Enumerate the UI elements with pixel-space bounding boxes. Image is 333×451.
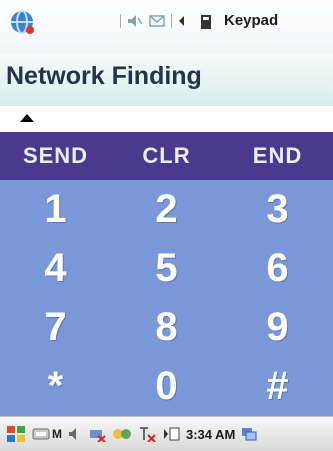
input-method-icon[interactable]: M xyxy=(32,427,62,441)
key-3[interactable]: 3 xyxy=(222,180,333,239)
page-title: Network Finding xyxy=(6,62,202,90)
key-7[interactable]: 7 xyxy=(0,298,111,357)
keypad: 1 2 3 4 5 6 7 8 9 * 0 # xyxy=(0,180,333,416)
key-0[interactable]: 0 xyxy=(111,357,222,416)
volume-icon[interactable] xyxy=(127,14,143,28)
signal-off-icon[interactable] xyxy=(138,426,156,442)
network-error-icon[interactable] xyxy=(88,426,106,442)
navigation-row xyxy=(0,108,333,130)
command-bar: SEND CLR END xyxy=(0,132,333,180)
up-arrow-icon[interactable] xyxy=(20,114,34,122)
clock[interactable]: 3:34 AM xyxy=(186,427,235,442)
sync-icon[interactable] xyxy=(112,426,132,442)
key-star[interactable]: * xyxy=(0,357,111,416)
key-5[interactable]: 5 xyxy=(111,239,222,298)
ime-label: M xyxy=(52,427,62,441)
key-1[interactable]: 1 xyxy=(0,180,111,239)
key-9[interactable]: 9 xyxy=(222,298,333,357)
key-hash[interactable]: # xyxy=(222,357,333,416)
keypad-icon[interactable] xyxy=(200,14,216,29)
end-button[interactable]: END xyxy=(222,143,333,169)
clear-button[interactable]: CLR xyxy=(111,143,222,169)
status-icons: Keypad xyxy=(120,12,278,29)
taskbar: M 3:34 AM xyxy=(0,416,333,451)
send-button[interactable]: SEND xyxy=(0,143,111,169)
start-windows-icon[interactable] xyxy=(6,425,26,443)
windows-icon[interactable] xyxy=(241,427,257,441)
keypad-label[interactable]: Keypad xyxy=(224,12,278,29)
key-8[interactable]: 8 xyxy=(111,298,222,357)
speaker-icon[interactable] xyxy=(68,427,82,441)
status-bar: Keypad xyxy=(0,0,333,62)
key-2[interactable]: 2 xyxy=(111,180,222,239)
back-arrow-icon[interactable] xyxy=(178,14,194,28)
app-globe-icon[interactable] xyxy=(8,8,38,38)
key-6[interactable]: 6 xyxy=(222,239,333,298)
keyboard-icon[interactable] xyxy=(162,427,180,441)
mail-icon[interactable] xyxy=(149,14,165,28)
key-4[interactable]: 4 xyxy=(0,239,111,298)
